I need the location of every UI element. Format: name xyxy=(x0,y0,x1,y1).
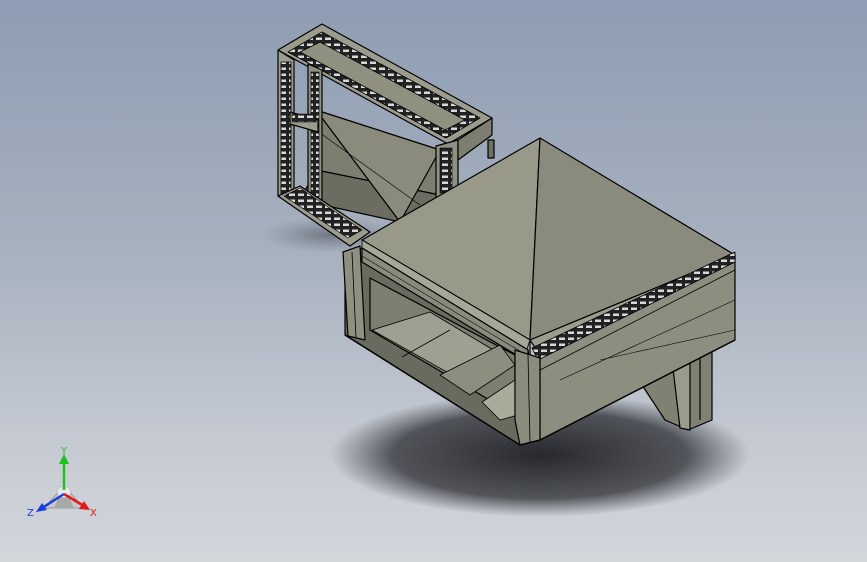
graphics-viewport[interactable]: Y X Z xyxy=(0,0,867,562)
triad-y-label: Y xyxy=(60,446,68,457)
orientation-triad[interactable]: Y X Z xyxy=(22,446,106,526)
model-view[interactable] xyxy=(0,0,867,562)
triad-x-label: X xyxy=(90,508,97,519)
triad-z-label: Z xyxy=(27,508,34,519)
housing-corner-post xyxy=(514,349,541,446)
